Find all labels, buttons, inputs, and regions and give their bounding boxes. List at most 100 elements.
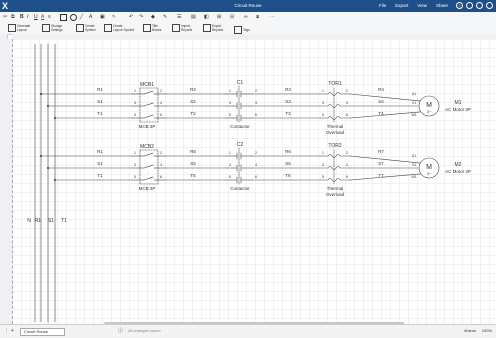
svg-text:4: 4 bbox=[346, 163, 348, 167]
wire-label: R6 bbox=[285, 149, 291, 154]
contactor-name: C2 bbox=[237, 142, 244, 148]
wire-label: R5 bbox=[190, 149, 196, 154]
wire-label: T1 bbox=[97, 111, 103, 116]
wire-label: S2 bbox=[190, 99, 196, 104]
svg-text:5: 5 bbox=[229, 175, 231, 179]
svg-text:6: 6 bbox=[255, 113, 257, 117]
svg-text:1: 1 bbox=[322, 89, 324, 93]
bus-label-t1: T1 bbox=[61, 218, 67, 224]
wire-label: T7 bbox=[378, 173, 384, 178]
save-status: All changes saved bbox=[128, 328, 161, 333]
bus-label-s1: S1 bbox=[48, 218, 54, 224]
svg-text:6: 6 bbox=[346, 113, 348, 117]
circuit-group-1: R1 S1 T1 R2 S2 T2 R3 S3 T3 R4 S4 T4 MCB1… bbox=[40, 80, 471, 135]
svg-text:5: 5 bbox=[134, 175, 136, 179]
wire-label: S1 bbox=[97, 161, 103, 166]
overload-type-line2: Overload bbox=[326, 130, 345, 135]
wire-label: T5 bbox=[190, 173, 196, 178]
svg-text:5: 5 bbox=[322, 175, 324, 179]
svg-text:W1: W1 bbox=[411, 113, 416, 117]
overload-type-line2: Overload bbox=[326, 192, 345, 197]
svg-text:3: 3 bbox=[134, 101, 136, 105]
svg-text:6: 6 bbox=[160, 175, 162, 179]
wire-label: R1 bbox=[97, 87, 103, 92]
svg-text:4: 4 bbox=[346, 101, 348, 105]
svg-text:4: 4 bbox=[255, 163, 257, 167]
svg-text:1: 1 bbox=[229, 89, 231, 93]
svg-text:1: 1 bbox=[134, 151, 136, 155]
mcb-name: MCB1 bbox=[140, 82, 154, 88]
overload-type-line1: Thermal bbox=[327, 186, 344, 191]
wire-label: T6 bbox=[285, 173, 291, 178]
wire-label: T1 bbox=[97, 173, 103, 178]
wire-label: R4 bbox=[378, 87, 384, 92]
overload-name: TOR1 bbox=[328, 81, 341, 87]
svg-text:1: 1 bbox=[229, 151, 231, 155]
mcb-type: MCB 3P bbox=[139, 186, 156, 191]
thermal-overload[interactable]: TOR2 Thermal Overload 1 3 5 2 4 6 bbox=[319, 143, 351, 197]
wire-label: S1 bbox=[97, 99, 103, 104]
wire-label: S3 bbox=[285, 99, 291, 104]
overload-name: TOR2 bbox=[328, 143, 341, 149]
wire-label: R7 bbox=[378, 149, 384, 154]
status-bar: ⋮ + Circuit Reuse ⓘ All changes saved Vi… bbox=[0, 324, 496, 338]
pages-menu-icon[interactable]: ⋮ bbox=[4, 329, 9, 334]
motor-type: AC Motor 3P bbox=[445, 107, 471, 112]
add-page-icon[interactable]: + bbox=[11, 329, 14, 334]
wire-label: R1 bbox=[97, 149, 103, 154]
svg-text:V1: V1 bbox=[412, 163, 416, 167]
svg-text:U1: U1 bbox=[412, 92, 417, 96]
wire-label: R2 bbox=[190, 87, 196, 92]
contactor-type: Contactor bbox=[230, 186, 250, 191]
page-tab[interactable]: Circuit Reuse bbox=[20, 328, 66, 336]
mcb-name: MCB2 bbox=[140, 144, 154, 150]
overload-type-line1: Thermal bbox=[327, 124, 344, 129]
svg-text:3: 3 bbox=[322, 163, 324, 167]
mcb-breaker[interactable]: MCB1 MCB 3P 1 3 5 2 4 6 bbox=[131, 82, 167, 129]
zoom-level[interactable]: 100% bbox=[482, 327, 492, 334]
svg-text:2: 2 bbox=[160, 151, 162, 155]
wire-label: S4 bbox=[378, 99, 384, 104]
info-icon: ⓘ bbox=[118, 328, 124, 334]
wire-label: R3 bbox=[285, 87, 291, 92]
mcb-breaker[interactable]: MCB2 MCB 3P 1 3 5 2 4 6 bbox=[131, 144, 167, 191]
bus-label-r1: R1 bbox=[35, 218, 42, 224]
svg-text:2: 2 bbox=[255, 89, 257, 93]
motor-symbol: M bbox=[426, 102, 432, 109]
svg-text:5: 5 bbox=[134, 113, 136, 117]
wire-label: T3 bbox=[285, 111, 291, 116]
thermal-overload[interactable]: TOR1 Thermal Overload 1 3 5 2 4 6 bbox=[319, 81, 351, 135]
contactor[interactable]: C2 Contactor 1 3 5 2 4 6 bbox=[225, 142, 257, 191]
motor-name: M2 bbox=[455, 162, 462, 168]
svg-text:2: 2 bbox=[255, 151, 257, 155]
svg-text:2: 2 bbox=[346, 151, 348, 155]
svg-text:U1: U1 bbox=[412, 154, 417, 158]
svg-text:2: 2 bbox=[160, 89, 162, 93]
svg-text:6: 6 bbox=[255, 175, 257, 179]
wire-label: S5 bbox=[190, 161, 196, 166]
motor[interactable]: M 3~ M1 AC Motor 3P U1 V1 W1 bbox=[411, 92, 471, 117]
svg-text:4: 4 bbox=[255, 101, 257, 105]
bus-label-n: N bbox=[27, 218, 31, 224]
svg-text:4: 4 bbox=[160, 163, 162, 167]
videos-dropdown[interactable]: Videos bbox=[464, 328, 476, 334]
svg-text:3: 3 bbox=[322, 101, 324, 105]
svg-text:5: 5 bbox=[322, 113, 324, 117]
motor-type: AC Motor 3P bbox=[445, 169, 471, 174]
contactor-type: Contactor bbox=[230, 124, 250, 129]
svg-text:4: 4 bbox=[160, 101, 162, 105]
mcb-type: MCB 3P bbox=[139, 124, 156, 129]
motor[interactable]: M 3~ M2 AC Motor 3P U1 V1 W1 bbox=[411, 154, 471, 179]
wire-label: S6 bbox=[285, 161, 291, 166]
svg-text:3: 3 bbox=[134, 163, 136, 167]
svg-text:3: 3 bbox=[229, 163, 231, 167]
svg-text:5: 5 bbox=[229, 113, 231, 117]
contactor[interactable]: C1 Contactor 1 3 5 2 4 6 bbox=[225, 80, 257, 129]
svg-text:1: 1 bbox=[322, 151, 324, 155]
motor-symbol: M bbox=[426, 164, 432, 171]
svg-text:W1: W1 bbox=[411, 175, 416, 179]
wire-label: T4 bbox=[378, 111, 384, 116]
svg-text:6: 6 bbox=[160, 113, 162, 117]
svg-text:3: 3 bbox=[229, 101, 231, 105]
circuit-group-2: R1 S1 T1 R5 S5 T5 R6 S6 T6 R7 S7 T7 MCB2… bbox=[40, 142, 471, 197]
